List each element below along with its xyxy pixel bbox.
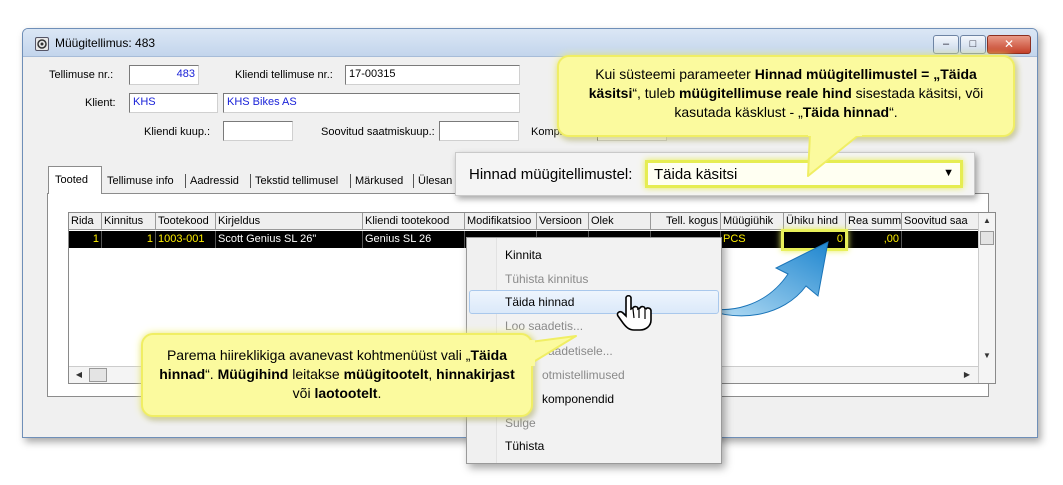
minimize-button[interactable]: – (933, 35, 959, 54)
customer-name-field[interactable]: KHS Bikes AS (223, 93, 520, 113)
col-header-rea-summa[interactable]: Rea summ (846, 213, 902, 230)
cell-kirjeldus[interactable]: Scott Genius SL 26" (216, 231, 363, 248)
cell-soovitud[interactable] (902, 231, 979, 248)
cell-kinnitus[interactable]: 1 (102, 231, 156, 248)
col-header-tootekood[interactable]: Tootekood (156, 213, 216, 230)
maximize-icon: □ (969, 38, 977, 50)
cell-rida[interactable]: 1 (69, 231, 102, 248)
price-setting-panel: Hinnad müügitellimustel: Täida käsitsi ▼ (455, 152, 975, 196)
tab-tooted[interactable]: Tooted (48, 166, 102, 194)
tab-order-texts[interactable]: Tekstid tellimusel (255, 170, 338, 194)
customer-buyer-label: Kliendi kuup.: (144, 126, 211, 138)
preferred-shipping-field[interactable] (439, 121, 519, 141)
app-icon (35, 37, 49, 51)
customer-label: Klient: (85, 97, 116, 109)
callout-price-setting: Kui süsteemi parameeter Hinnad müügitell… (557, 55, 1015, 137)
tab-divider (250, 174, 251, 188)
grid-header: Rida Kinnitus Tootekood Kirjeldus Kliend… (69, 213, 979, 230)
menu-item-cancel-confirm[interactable]: Tühista kinnitus (505, 272, 588, 286)
callout-context-menu: Parema hiireklikiga avanevast kohtmenüüs… (141, 333, 533, 417)
tab-divider (350, 174, 351, 188)
customer-order-number-field[interactable]: 17-00315 (345, 65, 520, 85)
title-bar[interactable]: Müügitellimus: 483 – □ ✕ (23, 29, 1037, 57)
preferred-shipping-label: Soovitud saatmiskuup.: (321, 126, 435, 138)
window-title: Müügitellimus: 483 (55, 36, 156, 50)
maximize-button[interactable]: □ (960, 35, 986, 54)
col-header-soovitud[interactable]: Soovitud saa (902, 213, 979, 230)
customer-code-field[interactable]: KHS (129, 93, 218, 113)
vertical-scrollbar[interactable]: ▲ ▼ (978, 213, 995, 383)
menu-item-close[interactable]: Sulge (505, 416, 536, 430)
menu-item-create-shipment[interactable]: Loo saadetis... (505, 319, 583, 333)
close-button[interactable]: ✕ (987, 35, 1031, 54)
cell-rea-summa[interactable]: ,00 (846, 231, 902, 248)
callout-bottom-pointer (530, 335, 577, 366)
scroll-down-icon[interactable]: ▼ (979, 351, 995, 360)
menu-item-cancel[interactable]: Tühista (505, 439, 544, 453)
scroll-right-icon[interactable]: ▶ (959, 370, 975, 379)
col-header-rida[interactable]: Rida (69, 213, 102, 230)
col-header-versioon[interactable]: Versioon (537, 213, 589, 230)
customer-order-number-label: Kliendi tellimuse nr.: (235, 69, 333, 81)
menu-item-purchase-orders[interactable]: otmistellimused (542, 368, 625, 382)
tab-order-info[interactable]: Tellimuse info (107, 170, 174, 194)
col-header-muugiuhik[interactable]: Müügiühik (721, 213, 784, 230)
tab-notes[interactable]: Märkused (355, 170, 403, 194)
chevron-down-icon[interactable]: ▼ (943, 167, 954, 179)
cell-kliendi-tootekood[interactable]: Genius SL 26 (363, 231, 465, 248)
col-header-modifikatsioon[interactable]: Modifikatsioo (465, 213, 537, 230)
order-number-label: Tellimuse nr.: (49, 69, 114, 81)
tab-divider (185, 174, 186, 188)
col-header-kliendi-tootekood[interactable]: Kliendi tootekood (363, 213, 465, 230)
close-icon: ✕ (1003, 37, 1015, 51)
tab-tasks[interactable]: Ülesan (418, 170, 452, 194)
callout-top-pointer (807, 132, 862, 177)
callout-bottom-text: Parema hiireklikiga avanevast kohtmenüüs… (159, 347, 515, 401)
callout-top-text: Kui süsteemi parameeter Hinnad müügitell… (588, 66, 984, 120)
col-header-uhiku-hind[interactable]: Ühiku hind (784, 213, 846, 230)
horizontal-scroll-thumb[interactable] (89, 368, 107, 382)
price-setting-label: Hinnad müügitellimustel: (469, 166, 633, 183)
tab-addresses[interactable]: Aadressid (190, 170, 239, 194)
col-header-kinnitus[interactable]: Kinnitus (102, 213, 156, 230)
price-setting-value: Täida käsitsi (654, 166, 738, 183)
cell-tootekood[interactable]: 1003-001 (156, 231, 216, 248)
menu-item-components[interactable]: komponendid (542, 392, 614, 406)
scroll-up-icon[interactable]: ▲ (979, 216, 995, 225)
menu-item-confirm[interactable]: Kinnita (505, 248, 542, 262)
menu-item-fill-prices[interactable]: Täida hinnad (505, 295, 574, 309)
vertical-scroll-thumb[interactable] (980, 231, 994, 245)
minimize-icon: – (942, 38, 950, 50)
order-number-field[interactable]: 483 (129, 65, 199, 85)
col-header-kirjeldus[interactable]: Kirjeldus (216, 213, 363, 230)
customer-buyer-field[interactable] (223, 121, 293, 141)
col-header-tell-kogus[interactable]: Tell. kogus (651, 213, 721, 230)
tab-divider (413, 174, 414, 188)
col-header-olek[interactable]: Olek (589, 213, 651, 230)
hand-cursor-icon (616, 294, 652, 331)
scroll-left-icon[interactable]: ◀ (71, 370, 87, 379)
